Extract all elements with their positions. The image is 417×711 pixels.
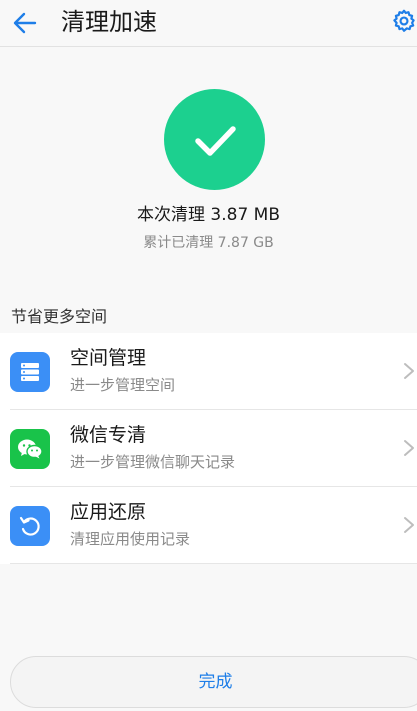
wechat-icon: [10, 429, 50, 469]
item-title: 空间管理: [70, 347, 147, 369]
total-cleaned: 累计已清理 7.87 GB: [143, 235, 274, 251]
back-button[interactable]: [6, 4, 44, 42]
item-subtitle: 进一步管理微信聊天记录: [70, 453, 236, 471]
page-title: 清理加速: [61, 8, 157, 36]
chevron-right-icon: [404, 363, 414, 379]
clean-result-panel: 本次清理 3.87 MB 累计已清理 7.87 GB: [0, 47, 417, 287]
divider: [10, 563, 417, 564]
item-title: 应用还原: [70, 501, 147, 523]
done-button[interactable]: 完成: [10, 656, 417, 708]
arrow-left-icon: [13, 12, 37, 34]
success-badge: [164, 89, 265, 190]
chevron-right-icon: [404, 440, 414, 456]
item-subtitle: 进一步管理空间: [70, 376, 176, 394]
section-title: 节省更多空间: [11, 307, 108, 326]
settings-button[interactable]: [388, 5, 417, 37]
gear-icon: [393, 9, 415, 32]
storage-list-icon: [10, 352, 50, 392]
chevron-right-icon: [404, 517, 414, 533]
restore-icon: [10, 506, 50, 546]
options-list: 空间管理 进一步管理空间 微信专清 进一步管理微信聊天记录 应用还原 清理应用使…: [0, 333, 417, 564]
app-header: 清理加速: [0, 0, 417, 47]
list-item-space-management[interactable]: 空间管理 进一步管理空间: [0, 333, 417, 410]
cleaned-amount: 本次清理 3.87 MB: [137, 205, 280, 225]
list-item-app-restore[interactable]: 应用还原 清理应用使用记录: [0, 487, 417, 564]
checkmark-icon: [194, 125, 236, 156]
item-subtitle: 清理应用使用记录: [70, 530, 191, 548]
item-title: 微信专清: [70, 424, 147, 446]
list-item-wechat-clean[interactable]: 微信专清 进一步管理微信聊天记录: [0, 410, 417, 487]
done-label: 完成: [198, 672, 233, 692]
